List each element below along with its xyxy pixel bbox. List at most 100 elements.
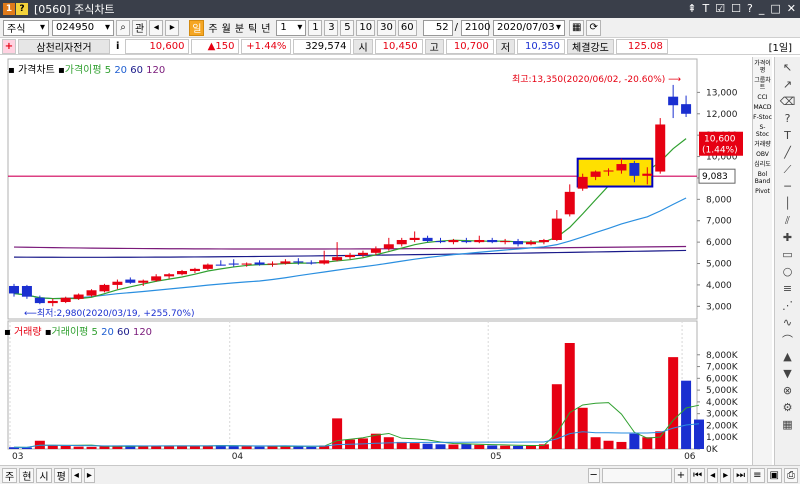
- tab-minute[interactable]: 분: [235, 20, 244, 35]
- zoom-in-icon[interactable]: +: [673, 467, 689, 483]
- gwan-button[interactable]: 관: [132, 19, 148, 36]
- cursor-icon[interactable]: ↖: [779, 61, 797, 74]
- tab-tick[interactable]: 틱: [248, 20, 257, 35]
- rect-icon[interactable]: ▭: [779, 248, 797, 261]
- lock-icon[interactable]: ▣: [766, 467, 782, 483]
- indicator-item[interactable]: 가격이평: [753, 60, 772, 74]
- last-icon[interactable]: ⏭: [733, 467, 749, 483]
- prev-icon[interactable]: ◂: [149, 19, 164, 36]
- grid-icon[interactable]: ▦: [779, 418, 797, 431]
- bottom-item-3[interactable]: 평: [53, 467, 69, 483]
- checkbox-icon[interactable]: ☑: [715, 2, 725, 15]
- interval-10[interactable]: 10: [356, 19, 376, 36]
- help-badge[interactable]: ?: [16, 3, 28, 15]
- volume-bar: [525, 445, 536, 449]
- eraser-icon[interactable]: ⌫: [779, 95, 797, 108]
- tab-day[interactable]: 일: [189, 19, 205, 36]
- add-icon[interactable]: +: [2, 38, 16, 54]
- hline-icon[interactable]: ─: [779, 180, 797, 193]
- indicator-item[interactable]: MACD: [754, 104, 772, 111]
- maximize-icon[interactable]: □: [770, 2, 780, 15]
- arrow-down-icon[interactable]: ▼: [779, 367, 797, 380]
- multi-select[interactable]: 1 ▾: [276, 19, 307, 36]
- wave-icon[interactable]: ∿: [779, 316, 797, 329]
- fan-icon[interactable]: ⋰: [779, 299, 797, 312]
- lock-icon[interactable]: ☐: [731, 2, 741, 15]
- volume-bar: [422, 443, 433, 449]
- circle-icon[interactable]: ○: [779, 265, 797, 278]
- pointer-icon[interactable]: ↗: [779, 78, 797, 91]
- indicator-item[interactable]: 그룹차트: [753, 77, 772, 91]
- capture-icon[interactable]: ⎙: [784, 467, 798, 483]
- price-tick-label: 7,000: [706, 217, 732, 227]
- interval-60[interactable]: 60: [397, 19, 417, 36]
- indicator-item[interactable]: 거래량: [754, 141, 771, 148]
- candle-body: [435, 241, 446, 243]
- chart-svg[interactable]: 13,00012,00011,00010,0009,0008,0007,0006…: [0, 57, 752, 465]
- delete-icon[interactable]: ⊗: [779, 384, 797, 397]
- channel-icon[interactable]: ⫽: [779, 214, 797, 227]
- next-page-icon[interactable]: ▸: [720, 467, 732, 483]
- scroll-right-icon[interactable]: ▸: [83, 467, 95, 483]
- close-icon[interactable]: ✕: [787, 2, 796, 15]
- tab-week[interactable]: 주: [208, 20, 217, 35]
- fibo-icon[interactable]: ≡: [779, 282, 797, 295]
- text-icon[interactable]: T: [779, 129, 797, 142]
- minimize-icon[interactable]: _: [759, 2, 765, 15]
- count-input[interactable]: 52: [422, 19, 453, 36]
- scroll-left-icon[interactable]: ◂: [70, 467, 82, 483]
- interval-30[interactable]: 30: [377, 19, 396, 36]
- calendar-icon[interactable]: ▦: [569, 19, 585, 36]
- candle-body: [345, 254, 356, 258]
- interval-3[interactable]: 3: [324, 19, 339, 36]
- first-icon[interactable]: ⏮: [690, 467, 706, 483]
- indicator-item[interactable]: F-Stoc: [753, 114, 772, 121]
- vline-icon[interactable]: │: [779, 197, 797, 210]
- list-icon[interactable]: ≡: [750, 467, 765, 483]
- help-icon[interactable]: ?: [747, 2, 753, 15]
- info-icon[interactable]: i: [112, 39, 123, 54]
- legend-square-icon: ▪: [4, 327, 11, 338]
- question-icon[interactable]: ?: [779, 112, 797, 125]
- cross-icon[interactable]: ✚: [779, 231, 797, 244]
- screen-num-badge[interactable]: 1: [3, 3, 15, 15]
- volume-bar: [151, 446, 162, 449]
- prev-page-icon[interactable]: ◂: [707, 467, 719, 483]
- indicator-item[interactable]: 심리도: [754, 161, 771, 168]
- quote-bar: + 삼천리자전거 i 10,600 ▲150 +1.44% 329,574 시 …: [0, 38, 800, 55]
- candle-body: [370, 248, 381, 253]
- interval-1[interactable]: 1: [308, 19, 323, 36]
- scroll-slider[interactable]: [601, 467, 672, 483]
- trend-line-icon[interactable]: ╱: [779, 146, 797, 159]
- candle-body: [500, 241, 511, 243]
- indicator-item[interactable]: CCI: [757, 94, 767, 101]
- arc-icon[interactable]: ⌒: [779, 333, 797, 347]
- bottom-item-2[interactable]: 시: [36, 467, 52, 483]
- next-icon[interactable]: ▸: [165, 19, 180, 36]
- tab-year[interactable]: 년: [261, 20, 270, 35]
- bottom-item-1[interactable]: 현: [19, 467, 35, 483]
- code-input[interactable]: 024950 ▾: [52, 19, 114, 36]
- search-icon[interactable]: ⌕: [116, 19, 130, 36]
- refresh-icon[interactable]: ⟳: [586, 19, 601, 36]
- bottom-item-0[interactable]: 주: [2, 467, 18, 483]
- indicator-item[interactable]: Bol Band: [753, 171, 772, 185]
- date-input[interactable]: 2020/07/03 ▾: [493, 19, 565, 36]
- indicator-item[interactable]: S-Stoc: [753, 124, 772, 138]
- zoom-out-icon[interactable]: ─: [587, 467, 600, 483]
- candle-body: [21, 285, 32, 297]
- volume-bar: [655, 431, 666, 449]
- ray-icon[interactable]: ⟋: [779, 163, 797, 176]
- interval-5[interactable]: 5: [340, 19, 355, 36]
- pin-icon[interactable]: ⇞: [687, 2, 696, 15]
- indicator-item[interactable]: Pivot: [755, 188, 770, 195]
- indicator-item[interactable]: OBV: [756, 151, 769, 158]
- arrow-up-icon[interactable]: ▲: [779, 350, 797, 363]
- volume-legend-title: 거래량: [13, 327, 42, 338]
- candle-body: [616, 164, 627, 171]
- tab-month[interactable]: 월: [222, 20, 231, 35]
- market-select[interactable]: 주식 ▾: [3, 19, 49, 36]
- chart-area[interactable]: 13,00012,00011,00010,0009,0008,0007,0006…: [0, 57, 752, 465]
- settings-icon[interactable]: ⚙: [779, 401, 797, 414]
- tool-icon[interactable]: T: [703, 2, 710, 15]
